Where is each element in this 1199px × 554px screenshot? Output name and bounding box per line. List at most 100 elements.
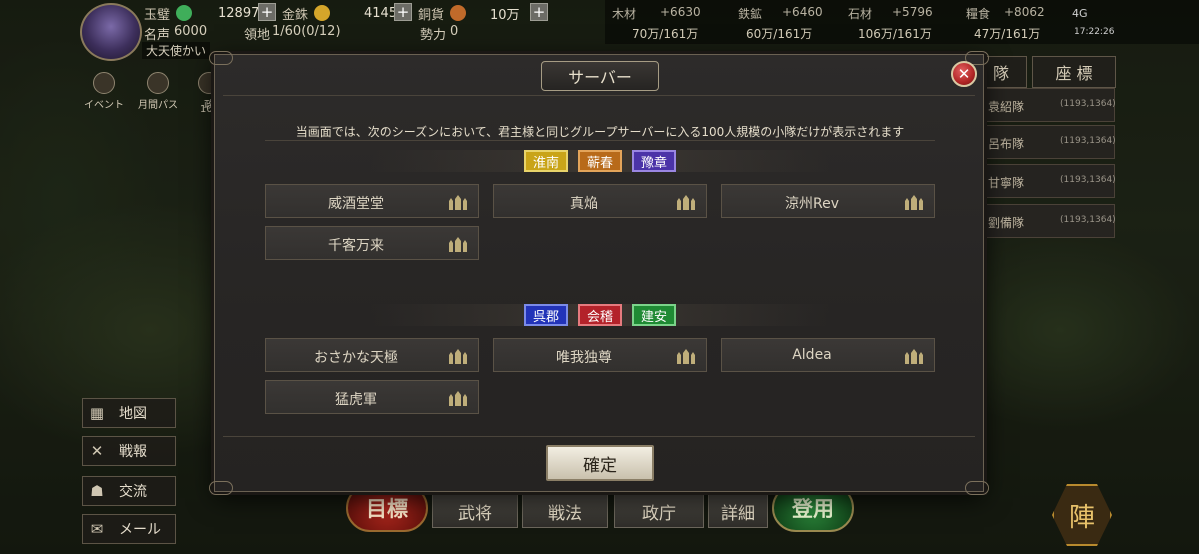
gold-value: 4145 (364, 5, 398, 21)
jade-label: 玉璧 (144, 7, 171, 23)
tab-coordinates-label: 座 標 (1055, 64, 1093, 83)
monthly-pass-button[interactable]: 月間パス (138, 72, 178, 111)
troops-icon (677, 349, 695, 364)
squad-card[interactable]: 唯我独尊 (493, 338, 707, 372)
squad-row-coord: (1193,1364) (1060, 99, 1116, 109)
government-button[interactable]: 政庁 (614, 494, 704, 528)
player-name[interactable]: 大天使かい (142, 42, 211, 59)
wood-stock: 70万/161万 (632, 27, 699, 41)
copper-label: 銅貨 (418, 7, 445, 23)
network-status: 4G (1072, 7, 1088, 20)
close-button[interactable]: ✕ (951, 61, 977, 87)
gold-add-button[interactable]: + (394, 3, 412, 21)
troops-icon (905, 349, 923, 364)
avatar[interactable] (80, 3, 142, 61)
gov-count: 10 (200, 104, 213, 115)
squad-row[interactable]: 呂布隊 (1193,1364) (983, 125, 1116, 159)
troops-icon (449, 391, 467, 406)
territory-value: 1/60(0/12) (272, 24, 341, 39)
squad-row[interactable]: 甘寧隊 (1193,1364) (983, 164, 1116, 198)
jade-add-button[interactable]: + (258, 3, 276, 21)
frame-ornament (965, 481, 989, 495)
dialog-title: サーバー (541, 61, 659, 91)
fame-value: 6000 (174, 24, 208, 39)
squad-card[interactable]: おさかな天極 (265, 338, 479, 372)
stone-stock: 106万/161万 (858, 27, 932, 41)
squad-row-coord: (1193,1364) (1060, 136, 1116, 146)
region-tag: 建安 (632, 304, 676, 326)
copper-resource: 銅貨 10万 (418, 3, 520, 23)
formation-label: 陣 (1068, 502, 1095, 533)
squad-name: 真焔 (570, 196, 598, 212)
notice-text: 当画面では、次のシーズンにおいて、君主様と同じグループサーバーに入る100人規模… (295, 125, 905, 139)
tab-coordinates[interactable]: 座 標 (1032, 56, 1116, 88)
copper-coin-icon (450, 5, 467, 21)
tab-squad-label: 隊 (992, 64, 1009, 83)
frame-ornament (209, 481, 233, 495)
region-tag: 呉郡 (524, 304, 568, 326)
social-button[interactable]: ☗ 交流 (82, 476, 176, 506)
food-label: 糧食 (966, 7, 991, 21)
event-button[interactable]: イベント (84, 72, 124, 111)
squad-name: 千客万来 (328, 238, 384, 254)
details-button[interactable]: 詳細 (708, 494, 768, 528)
map-label: 地図 (119, 406, 147, 422)
dialog-title-text: サーバー (568, 68, 632, 87)
squad-row[interactable]: 袁紹隊 (1193,1364) (983, 88, 1116, 122)
squad-row-name: 袁紹隊 (988, 100, 1025, 114)
troops-icon (449, 349, 467, 364)
food-gain: +8062 (1004, 5, 1045, 19)
squad-card[interactable]: 猛虎軍 (265, 380, 479, 414)
event-icon (93, 72, 115, 94)
squad-card[interactable]: 威酒堂堂 (265, 184, 479, 218)
region-tag-label: 蕲春 (586, 155, 613, 171)
map-icon: ▦ (89, 404, 105, 422)
iron-label: 鉄鉱 (738, 7, 763, 21)
gold-label: 金銖 (282, 7, 309, 23)
squad-card[interactable]: 涼州Rev (721, 184, 935, 218)
recruit-label: 登用 (792, 497, 834, 521)
squad-name: 威酒堂堂 (328, 196, 384, 212)
squad-row-coord: (1193,1364) (1060, 215, 1116, 225)
region-tag-label: 建安 (640, 309, 667, 325)
generals-button[interactable]: 武将 (432, 494, 518, 528)
squad-card[interactable]: 真焔 (493, 184, 707, 218)
stone-gain: +5796 (892, 5, 933, 19)
region-tag-label: 会稽 (586, 309, 613, 325)
squad-row-coord: (1193,1364) (1060, 175, 1116, 185)
squad-name: 涼州Rev (785, 196, 839, 212)
social-icon: ☗ (90, 482, 104, 500)
confirm-button[interactable]: 確定 (546, 445, 654, 481)
region-tag: 会稽 (578, 304, 622, 326)
details-label: 詳細 (721, 503, 755, 524)
gold-resource: 金銖 4145 (282, 3, 397, 23)
region-tag-label: 豫章 (640, 155, 667, 171)
iron-stock: 60万/161万 (746, 27, 813, 41)
mail-button[interactable]: ✉ メール (82, 514, 176, 544)
troops-icon (905, 195, 923, 210)
squad-card[interactable]: 千客万来 (265, 226, 479, 260)
power-label: 勢力 (420, 28, 447, 43)
battle-report-button[interactable]: ✕ 戦報 (82, 436, 176, 466)
squad-row-name: 呂布隊 (988, 137, 1025, 151)
squad-card[interactable]: Aldea (721, 338, 935, 372)
squad-row-name: 劉備隊 (988, 216, 1025, 230)
copper-add-button[interactable]: + (530, 3, 548, 21)
region-tag: 蕲春 (578, 150, 622, 172)
squad-row[interactable]: 劉備隊 (1193,1364) (983, 204, 1116, 238)
wood-label: 木材 (612, 7, 637, 21)
gold-coin-icon (314, 5, 331, 21)
food-stock: 47万/161万 (974, 27, 1041, 41)
notice-divider (265, 140, 935, 141)
event-label: イベント (84, 100, 124, 111)
mail-label: メール (119, 522, 161, 538)
confirm-label: 確定 (583, 455, 617, 476)
region-tag: 豫章 (632, 150, 676, 172)
map-button[interactable]: ▦ 地図 (82, 398, 176, 428)
squad-name: おさかな天極 (314, 350, 398, 366)
tactics-button[interactable]: 戦法 (522, 494, 608, 528)
copper-value: 10万 (490, 7, 520, 23)
troops-icon (449, 237, 467, 252)
monthly-pass-label: 月間パス (138, 100, 178, 111)
top-hud: 玉璧 12897 + 金銖 4145 + 銅貨 10万 + 名声 6000 領地… (0, 0, 1199, 61)
